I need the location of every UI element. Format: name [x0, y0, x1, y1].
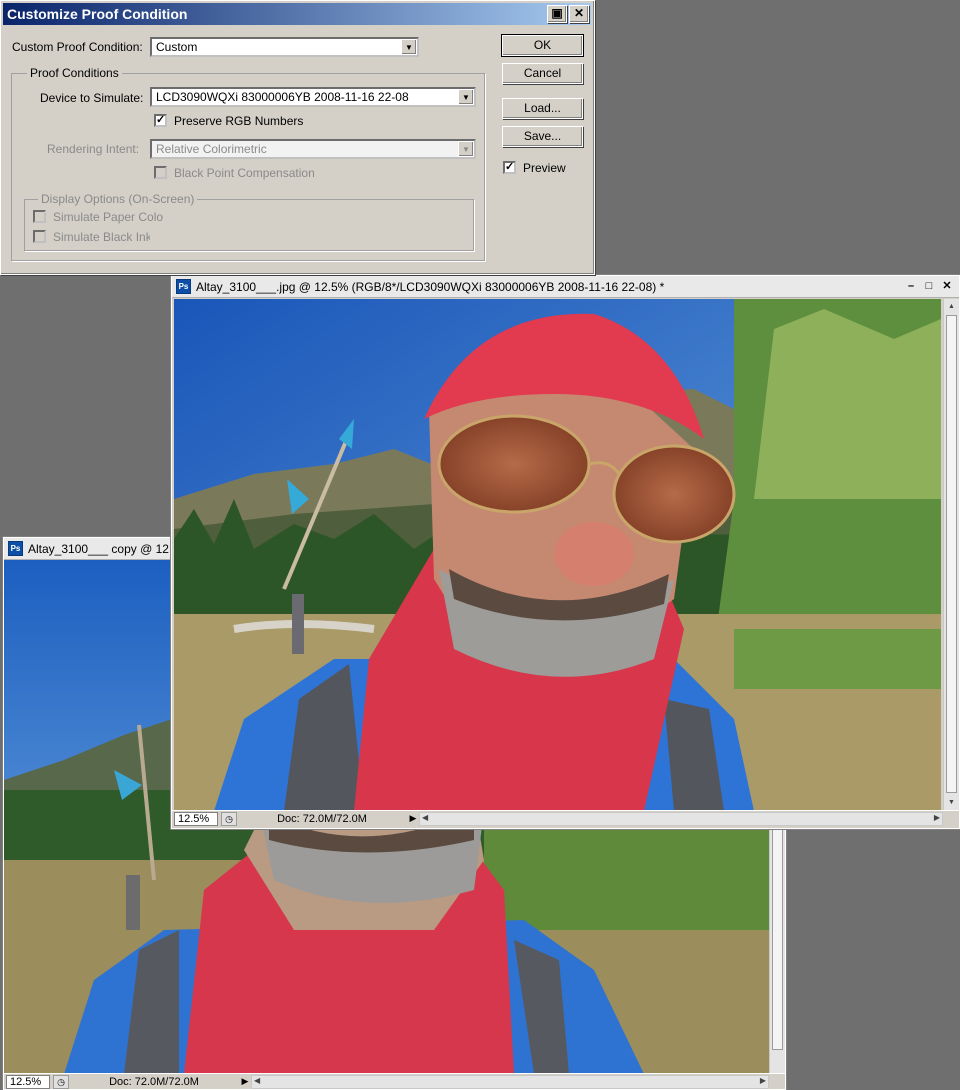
maximize-icon[interactable]: □	[921, 279, 937, 294]
main-horizontal-scrollbar[interactable]: ◀ ▶	[419, 811, 943, 826]
display-options-title: Display Options (On-Screen)	[38, 192, 198, 206]
main-doc-info[interactable]: Doc: 72.0M/72.0M	[237, 813, 407, 825]
scroll-left-icon[interactable]: ◀	[254, 1076, 260, 1085]
proof-conditions-title: Proof Conditions	[27, 66, 122, 80]
preview-label: Preview	[523, 161, 566, 175]
photoshop-icon: Ps	[8, 541, 23, 556]
copy-status-bar: 12.5% ◷ Doc: 72.0M/72.0M ▶ ◀ ▶	[4, 1073, 785, 1089]
black-point-label: Black Point Compensation	[174, 166, 315, 180]
custom-proof-select[interactable]: Custom ▼	[150, 37, 419, 57]
scroll-down-icon[interactable]: ▼	[946, 797, 957, 809]
customize-proof-dialog[interactable]: Customize Proof Condition ▣ ✕ Custom Pro…	[0, 0, 595, 275]
close-icon[interactable]: ✕	[569, 5, 589, 23]
scroll-right-icon[interactable]: ▶	[934, 813, 940, 822]
rendering-intent-label: Rendering Intent:	[47, 142, 140, 156]
dialog-title: Customize Proof Condition	[7, 6, 188, 22]
copy-status-menu-icon[interactable]: ◷	[53, 1074, 69, 1089]
simulate-paper-label: Simulate Paper Color	[53, 210, 163, 224]
main-document-window[interactable]: Ps Altay_3100___.jpg @ 12.5% (RGB/8*/LCD…	[171, 275, 960, 829]
main-status-bar: 12.5% ◷ Doc: 72.0M/72.0M ▶ ◀ ▶	[172, 810, 959, 826]
copy-doc-info[interactable]: Doc: 72.0M/72.0M	[69, 1076, 239, 1088]
copy-horizontal-scrollbar[interactable]: ◀ ▶	[251, 1074, 769, 1089]
main-window-canvas[interactable]	[174, 299, 941, 811]
device-to-simulate-value: LCD3090WQXi 83000006YB 2008-11-16 22-08	[156, 90, 409, 104]
dialog-titlebar[interactable]: Customize Proof Condition ▣ ✕	[3, 3, 591, 25]
scroll-left-icon[interactable]: ◀	[422, 813, 428, 822]
custom-proof-label: Custom Proof Condition:	[12, 40, 143, 54]
minimize-icon[interactable]: –	[903, 279, 919, 294]
simulate-ink-label: Simulate Black Ink	[53, 230, 150, 244]
main-zoom-field[interactable]: 12.5%	[174, 811, 218, 826]
photoshop-icon: Ps	[176, 279, 191, 294]
cancel-button[interactable]: Cancel	[502, 63, 583, 84]
copy-zoom-field[interactable]: 12.5%	[6, 1074, 50, 1089]
copy-window-title: Altay_3100___ copy @ 12.5	[28, 541, 179, 556]
chevron-down-icon[interactable]: ▼	[458, 141, 474, 157]
close-icon[interactable]: ✕	[939, 279, 955, 294]
save-button[interactable]: Save...	[502, 126, 583, 147]
rendering-intent-value: Relative Colorimetric	[156, 142, 267, 156]
chevron-down-icon[interactable]: ▼	[401, 39, 417, 55]
main-vertical-scrollbar[interactable]: ▲ ▼	[943, 299, 959, 811]
main-status-arrow-icon[interactable]: ▶	[407, 813, 419, 824]
chevron-down-icon[interactable]: ▼	[458, 89, 474, 105]
preserve-rgb-checkbox[interactable]: ✓	[154, 114, 167, 127]
rendering-intent-select[interactable]: Relative Colorimetric ▼	[150, 139, 476, 159]
device-to-simulate-select[interactable]: LCD3090WQXi 83000006YB 2008-11-16 22-08 …	[150, 87, 476, 107]
device-to-simulate-label: Device to Simulate:	[40, 91, 144, 105]
black-point-checkbox[interactable]	[154, 166, 167, 179]
scroll-up-icon[interactable]: ▲	[946, 301, 957, 313]
preserve-rgb-label: Preserve RGB Numbers	[174, 114, 304, 128]
main-vertical-scroll-thumb[interactable]	[946, 315, 957, 793]
load-button[interactable]: Load...	[502, 98, 583, 119]
copy-status-arrow-icon[interactable]: ▶	[239, 1076, 251, 1087]
preview-checkbox[interactable]: ✓	[503, 161, 516, 174]
custom-proof-value: Custom	[156, 40, 198, 54]
main-status-menu-icon[interactable]: ◷	[221, 811, 237, 826]
main-window-titlebar[interactable]: Ps Altay_3100___.jpg @ 12.5% (RGB/8*/LCD…	[172, 276, 959, 298]
main-window-title: Altay_3100___.jpg @ 12.5% (RGB/8*/LCD309…	[196, 279, 665, 294]
ok-button[interactable]: OK	[501, 34, 584, 57]
main-photo	[174, 299, 941, 811]
scroll-right-icon[interactable]: ▶	[760, 1076, 766, 1085]
help-icon[interactable]: ▣	[547, 5, 567, 23]
simulate-ink-checkbox[interactable]	[33, 230, 46, 243]
simulate-paper-checkbox[interactable]	[33, 210, 46, 223]
